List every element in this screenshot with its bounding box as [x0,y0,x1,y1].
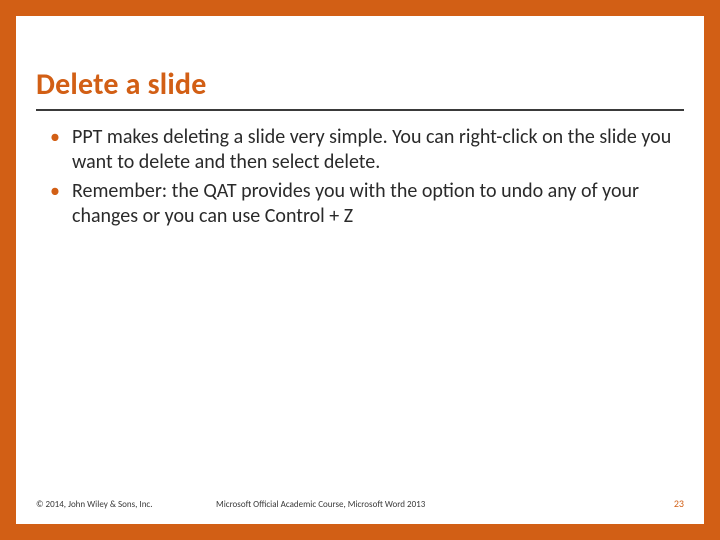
bullet-item: Remember: the QAT provides you with the … [50,179,678,229]
bullet-list: PPT makes deleting a slide very simple. … [36,125,684,229]
footer-page-number: 23 [674,497,684,510]
title-rule [36,109,684,111]
slide-content: Delete a slide PPT makes deleting a slid… [16,16,704,524]
slide-frame: Delete a slide PPT makes deleting a slid… [0,0,720,540]
footer-copyright: © 2014, John Wiley & Sons, Inc. [36,499,216,510]
bullet-item: PPT makes deleting a slide very simple. … [50,125,678,175]
slide-footer: © 2014, John Wiley & Sons, Inc. Microsof… [36,497,684,510]
slide-title: Delete a slide [36,66,684,103]
footer-course: Microsoft Official Academic Course, Micr… [216,499,674,510]
